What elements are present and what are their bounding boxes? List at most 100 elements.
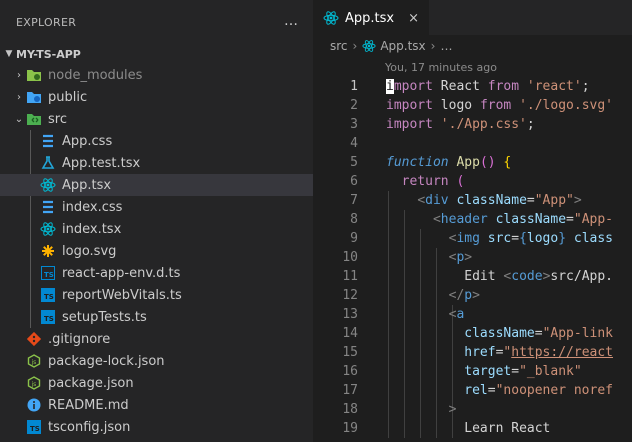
- svg-text:TS: TS: [44, 271, 54, 279]
- line-number: 1: [350, 79, 358, 94]
- tree-item-setup-tests[interactable]: TS setupTests.ts: [0, 306, 313, 328]
- svg-file-icon: [40, 243, 56, 259]
- tree-item-public[interactable]: › public: [0, 86, 313, 108]
- test-file-icon: [40, 155, 56, 171]
- url-link[interactable]: https://react: [511, 345, 613, 360]
- ts-file-icon: TS: [40, 309, 56, 325]
- line-number: 18: [342, 402, 358, 417]
- breadcrumb: src › App.tsx › …: [313, 35, 632, 57]
- svg-text:TS: TS: [44, 293, 54, 301]
- breadcrumb-item-file[interactable]: App.tsx: [380, 39, 425, 53]
- breadcrumb-item-more[interactable]: …: [440, 39, 452, 53]
- tree-item-app-tsx[interactable]: App.tsx: [0, 174, 313, 196]
- file-tree: › node_modules › public ⌄ src App.css Ap…: [0, 64, 313, 438]
- code-text: return (: [401, 174, 465, 189]
- tsconfig-file-icon: TS: [26, 419, 42, 435]
- chevron-down-icon: ⌄: [14, 113, 24, 125]
- css-file-icon: [40, 133, 56, 149]
- line-number: 17: [342, 383, 358, 398]
- tree-item-label: index.tsx: [62, 221, 122, 237]
- tree-item-label: README.md: [48, 397, 129, 413]
- code-text: import logo from './logo.svg': [386, 98, 613, 113]
- react-file-icon: [40, 221, 56, 237]
- code-area[interactable]: 1 import React from 'react'; 2 import lo…: [313, 77, 632, 438]
- tab-app-tsx[interactable]: App.tsx ×: [313, 0, 429, 35]
- code-text: import React from 'react';: [386, 79, 590, 94]
- tree-item-label: logo.svg: [62, 243, 117, 259]
- line-number: 5: [350, 155, 358, 170]
- tree-item-index-css[interactable]: index.css: [0, 196, 313, 218]
- tree-item-label: .gitignore: [48, 331, 111, 347]
- react-file-icon: [362, 39, 376, 53]
- code-text: >: [448, 402, 457, 417]
- code-line: 10 <p>: [313, 248, 632, 267]
- code-text: <img src={logo} class: [448, 231, 614, 246]
- code-line: 13 <a: [313, 305, 632, 324]
- code-line: 12 </p>: [313, 286, 632, 305]
- tree-item-report-web-vitals[interactable]: TS reportWebVitals.ts: [0, 284, 313, 306]
- tree-item-app-test-tsx[interactable]: App.test.tsx: [0, 152, 313, 174]
- tree-item-package-lock[interactable]: js package-lock.json: [0, 350, 313, 372]
- react-file-icon: [40, 177, 56, 193]
- tree-item-label: App.test.tsx: [62, 155, 141, 171]
- code-text: function App() {: [386, 155, 512, 170]
- tree-item-src[interactable]: ⌄ src: [0, 108, 313, 130]
- code-line: 2 import logo from './logo.svg': [313, 96, 632, 115]
- tree-item-label: src: [48, 111, 67, 127]
- line-number: 13: [342, 307, 358, 322]
- line-number: 12: [342, 288, 358, 303]
- git-file-icon: [26, 331, 42, 347]
- code-line: 19 Learn React: [313, 419, 632, 438]
- css-file-icon: [40, 199, 56, 215]
- tree-item-index-tsx[interactable]: index.tsx: [0, 218, 313, 240]
- line-number: 2: [350, 98, 358, 113]
- folder-src-icon: [26, 111, 42, 127]
- codelens-blame[interactable]: You, 17 minutes ago: [313, 57, 632, 77]
- close-icon[interactable]: ×: [408, 11, 419, 26]
- chevron-right-icon: ›: [352, 39, 358, 53]
- explorer-header: EXPLORER …: [0, 0, 313, 44]
- code-text: import './App.css';: [386, 117, 535, 132]
- folder-node-icon: [26, 67, 42, 83]
- code-line: 15 href="https://react: [313, 343, 632, 362]
- editor-pane: App.tsx × src › App.tsx › … You, 17 minu…: [313, 0, 632, 442]
- line-number: 11: [342, 269, 358, 284]
- project-name: MY-TS-APP: [16, 47, 81, 61]
- code-line: 3 import './App.css';: [313, 115, 632, 134]
- tree-item-label: reportWebVitals.ts: [62, 287, 182, 303]
- tree-item-gitignore[interactable]: .gitignore: [0, 328, 313, 350]
- tree-item-label: package.json: [48, 375, 134, 391]
- line-number: 9: [350, 231, 358, 246]
- breadcrumb-item-src[interactable]: src: [330, 39, 348, 53]
- info-file-icon: [26, 397, 42, 413]
- code-text: rel="noopener noref: [464, 383, 613, 398]
- chevron-right-icon: ›: [430, 39, 436, 53]
- tree-item-readme[interactable]: README.md: [0, 394, 313, 416]
- tree-item-label: App.tsx: [62, 177, 112, 193]
- tree-item-react-app-env[interactable]: TS react-app-env.d.ts: [0, 262, 313, 284]
- code-line: 18 >: [313, 400, 632, 419]
- tree-item-app-css[interactable]: App.css: [0, 130, 313, 152]
- code-line: 4: [313, 134, 632, 153]
- tree-item-node-modules[interactable]: › node_modules: [0, 64, 313, 86]
- code-text: Edit <code>src/App.: [464, 269, 614, 284]
- tree-item-package-json[interactable]: js package.json: [0, 372, 313, 394]
- more-actions-icon[interactable]: …: [284, 13, 299, 29]
- tree-item-label: react-app-env.d.ts: [62, 265, 181, 281]
- tree-item-label: index.css: [62, 199, 123, 215]
- tree-item-label: setupTests.ts: [62, 309, 147, 325]
- code-line: 5 function App() {: [313, 153, 632, 172]
- code-text: </p>: [448, 288, 480, 303]
- code-text: className="App-link: [464, 326, 614, 341]
- tree-item-tsconfig[interactable]: TS tsconfig.json: [0, 416, 313, 438]
- line-number: 19: [342, 421, 358, 436]
- svg-text:js: js: [31, 381, 37, 388]
- folder-public-icon: [26, 89, 42, 105]
- line-number: 14: [342, 326, 358, 341]
- code-line: 14 className="App-link: [313, 324, 632, 343]
- code-text: <div className="App">: [417, 193, 582, 208]
- line-number: 16: [342, 364, 358, 379]
- line-number: 3: [350, 117, 358, 132]
- tree-item-logo-svg[interactable]: logo.svg: [0, 240, 313, 262]
- project-section-header[interactable]: ▼ MY-TS-APP: [0, 44, 313, 64]
